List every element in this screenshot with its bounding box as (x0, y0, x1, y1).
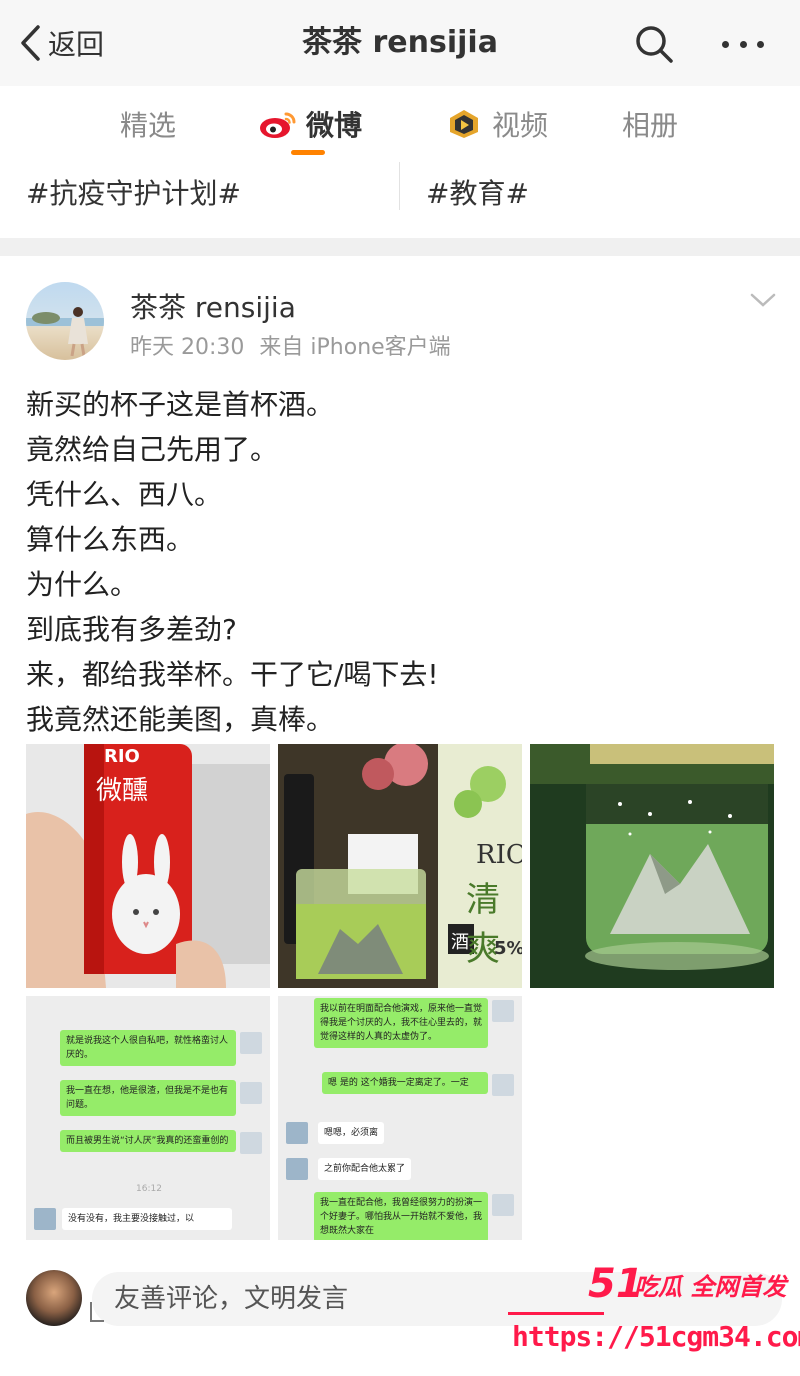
user-avatar[interactable] (26, 1270, 82, 1326)
watermark-tagline: 吃瓜 全网首发 (634, 1273, 787, 1301)
tab-label: 微博 (306, 109, 363, 142)
chat-bubble: 我以前在明面配合他演戏，原来他一直觉得我是个讨厌的人，我不往心里去的，就觉得这样… (314, 998, 488, 1048)
post-text-line: 为什么。 (26, 568, 139, 601)
more-button[interactable] (718, 22, 768, 66)
chat-avatar (240, 1082, 262, 1104)
post-image-chat-1[interactable]: 就是说我这个人很自私吧，就性格蛮讨人厌的。 我一直在想，他是很渣，但我是不是也有… (26, 996, 270, 1240)
tab-album[interactable]: 相册 (622, 104, 678, 144)
tab-label: 视频 (492, 109, 549, 142)
post-text-line: 凭什么、西八。 (26, 478, 223, 511)
post-image-glass-closeup[interactable] (530, 744, 774, 988)
edit-icon (90, 1302, 104, 1322)
chat-avatar (34, 1208, 56, 1230)
tab-weibo[interactable]: 微博 (258, 104, 362, 144)
avatar-image (26, 307, 104, 357)
topic-link[interactable]: #抗疫守护计划# (26, 174, 241, 214)
chat-bubble: 我一直在配合他，我曾经很努力的扮演一个好妻子。哪怕我从一开始就不爱他，我想既然大… (314, 1192, 488, 1240)
chat-avatar (286, 1158, 308, 1180)
post-text-line: 新买的杯子这是首杯酒。 (26, 388, 335, 421)
search-icon (636, 26, 673, 63)
chat-avatar (240, 1132, 262, 1154)
glass-closeup-photo (530, 744, 774, 988)
dot-icon (757, 40, 764, 48)
page-title: 茶茶 rensijia (302, 25, 498, 60)
topic-link[interactable]: #教育# (426, 174, 529, 214)
chevron-down-icon (750, 293, 776, 307)
post-text-line: 竟然给自己先用了。 (26, 433, 279, 466)
post-source: iPhone客户端 (310, 335, 451, 360)
section-divider (0, 238, 800, 256)
can-brand: RIO (104, 746, 140, 767)
tab-label: 精选 (120, 109, 177, 142)
post-image-chat-2[interactable]: 我以前在明面配合他演戏，原来他一直觉得我是个讨厌的人，我不往心里去的，就觉得这样… (278, 996, 522, 1240)
chat-avatar (286, 1122, 308, 1144)
search-button[interactable] (632, 22, 676, 66)
chat-bubble: 而且被男生说“讨人厌”我真的还蛮重创的 (60, 1130, 236, 1152)
dot-icon (739, 40, 747, 48)
tab-featured[interactable]: 精选 (120, 104, 176, 144)
post-author-name[interactable]: 茶茶 rensijia (130, 290, 296, 326)
video-icon (450, 110, 478, 138)
post-meta: 昨天 20:30 来自 iPhone客户端 (130, 332, 451, 364)
chat-timestamp: 16:12 (136, 1184, 162, 1194)
post-text-line: 我竟然还能美图，真棒。 (26, 703, 335, 736)
post-image-can[interactable]: RIO 微醺 (26, 744, 270, 988)
chat-avatar (492, 1000, 514, 1022)
watermark-line (508, 1312, 604, 1315)
chat-bubble: 嗯 是的 这个婚我一定离定了。一定 (322, 1072, 488, 1094)
post-time: 昨天 20:30 (130, 335, 245, 360)
box-abv: 5% (494, 938, 522, 959)
chat-bubble: 就是说我这个人很自私吧，就性格蛮讨人厌的。 (60, 1030, 236, 1066)
tab-video[interactable]: 视频 (444, 104, 548, 144)
weibo-logo-icon (260, 112, 296, 138)
chat-avatar (492, 1194, 514, 1216)
top-bar: 返回 茶茶 rensijia (0, 0, 800, 86)
post-text-line: 来，都给我举杯。干了它/喝下去! (26, 658, 439, 691)
post-source-prefix: 来自 (259, 335, 304, 360)
watermark-url: https://51cgm34.com (512, 1320, 800, 1353)
profile-tabs: 精选 微博 视频 相册 (0, 86, 800, 158)
dot-icon (722, 40, 729, 48)
chat-bubble: 之前你配合他太累了 (318, 1158, 412, 1180)
can-name: 微醺 (96, 776, 149, 806)
post-image-glass-box[interactable]: RIO 清爽 酒 5% (278, 744, 522, 988)
box-label: 酒 (451, 932, 469, 953)
post-text-line: 算什么东西。 (26, 523, 195, 556)
chat-bubble: 没有没有，我主要没接触过，以 (62, 1208, 232, 1230)
post-menu-button[interactable] (748, 290, 778, 310)
post-text-line: 到底我有多差劲? (26, 613, 237, 646)
tab-label: 相册 (622, 109, 679, 142)
active-tab-indicator (291, 150, 325, 155)
topic-row: #抗疫守护计划# #教育# (0, 158, 800, 238)
box-brand: RIO (476, 840, 522, 870)
author-avatar[interactable] (26, 282, 104, 360)
chat-bubble: 我一直在想，他是很渣，但我是不是也有问题。 (60, 1080, 236, 1116)
chat-bubble: 嗯嗯，必须离 (318, 1122, 385, 1144)
chat-avatar (240, 1032, 262, 1054)
post-body: 新买的杯子这是首杯酒。 竟然给自己先用了。 凭什么、西八。 算什么东西。 为什么… (26, 382, 776, 742)
chat-avatar (492, 1074, 514, 1096)
divider (399, 162, 400, 210)
